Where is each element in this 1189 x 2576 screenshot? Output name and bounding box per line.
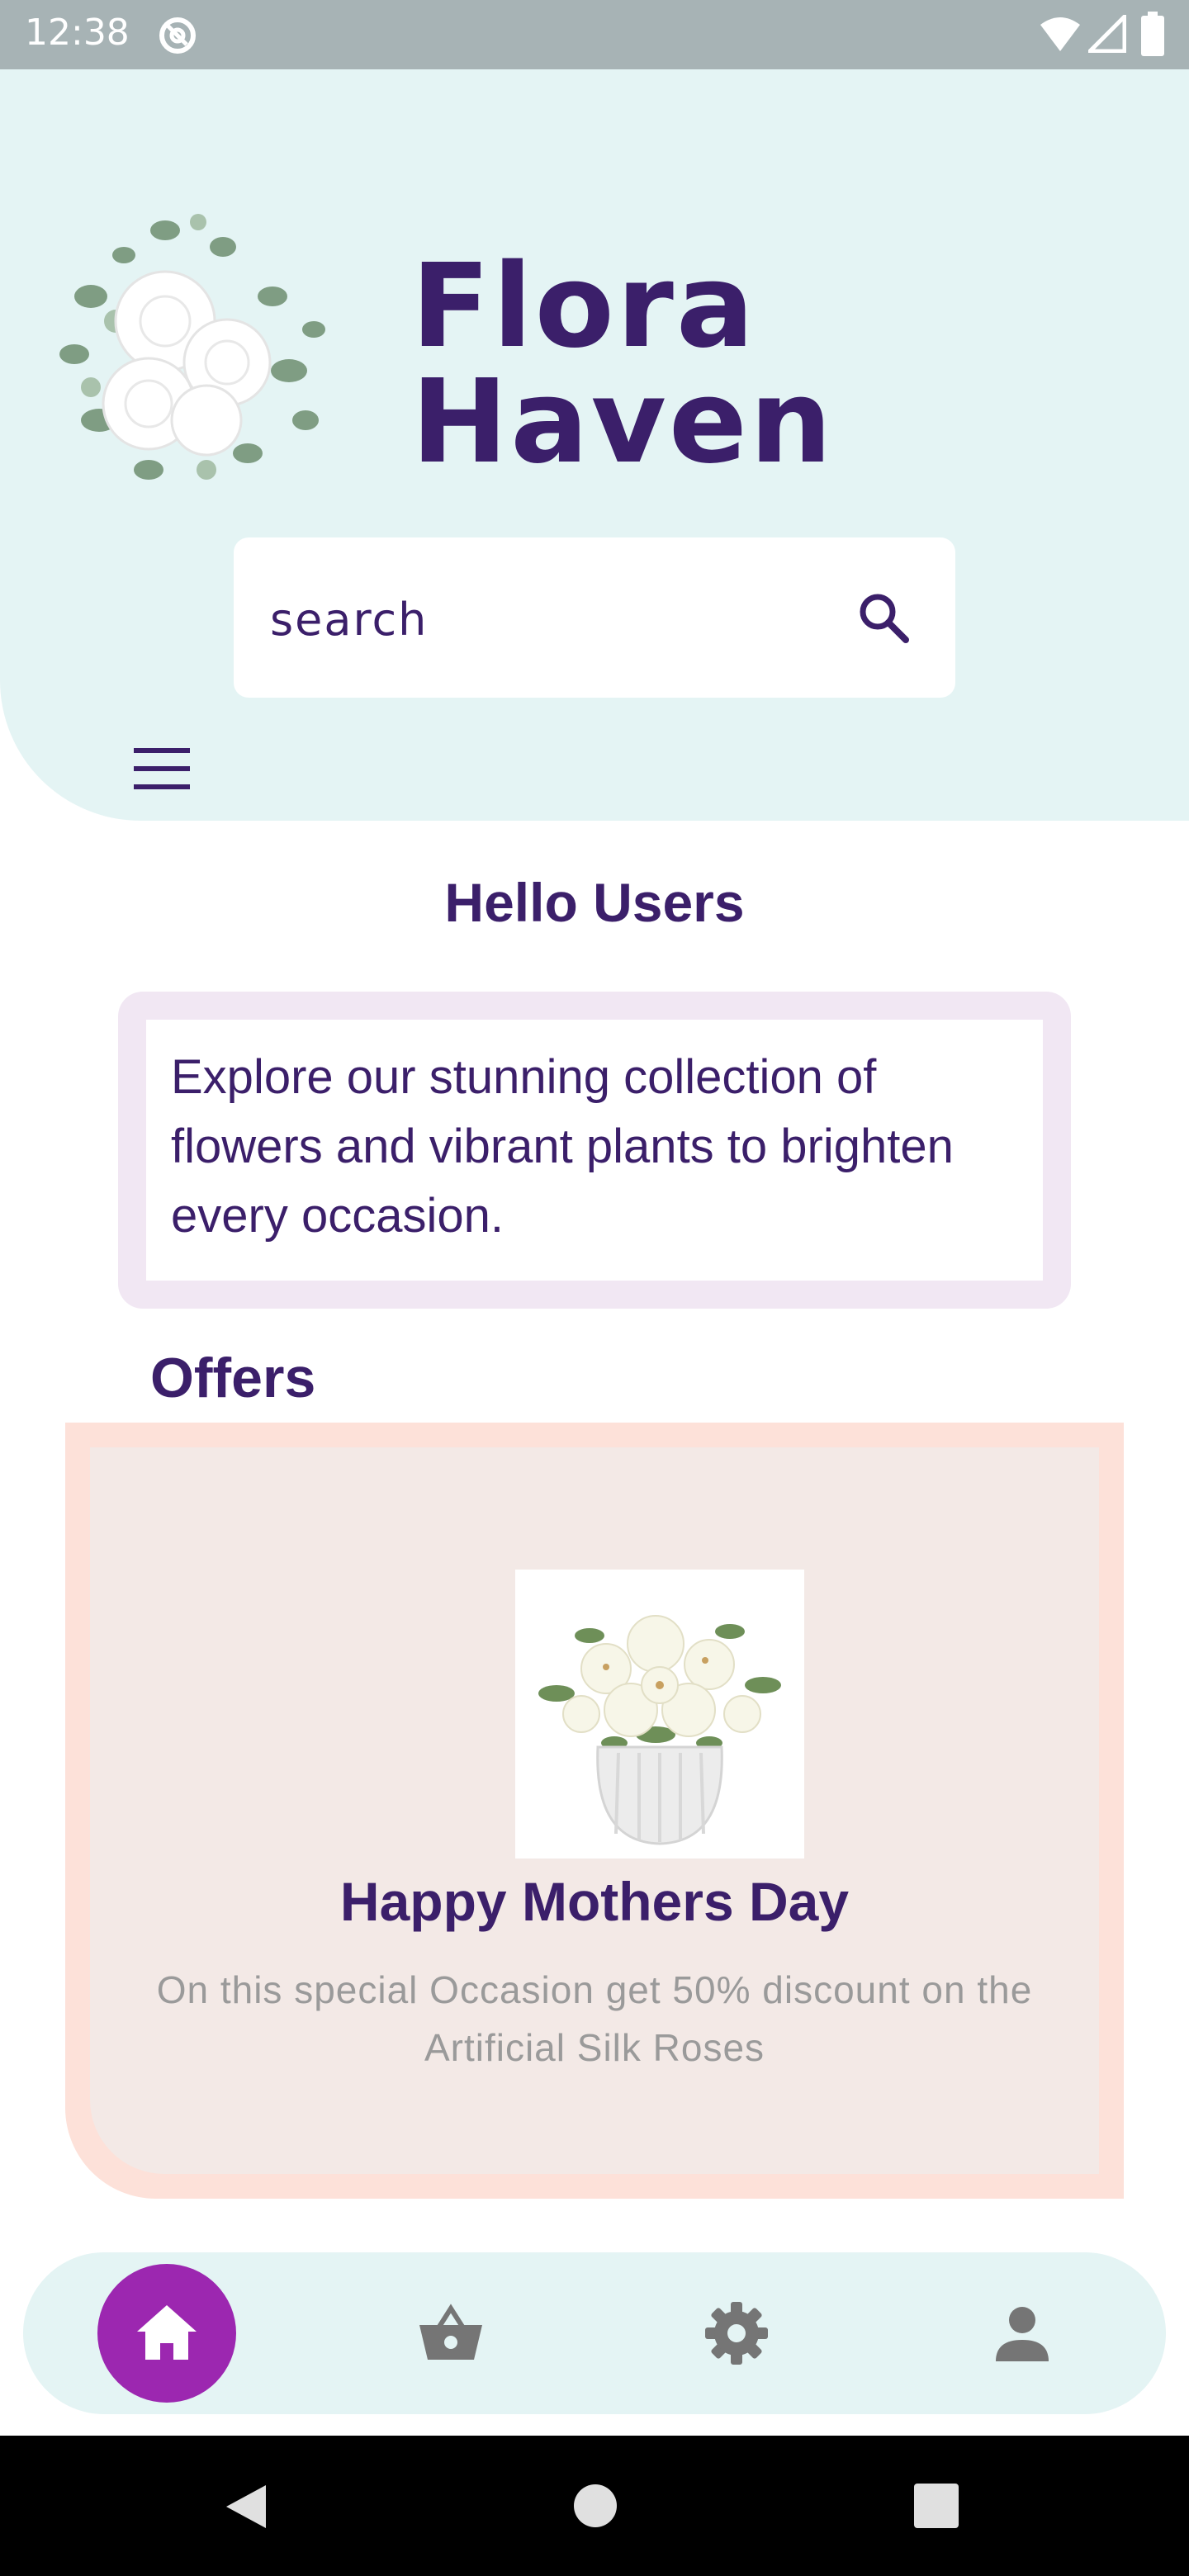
intro-card-inner: Explore our stunning collection of flowe…: [146, 1020, 1043, 1281]
wifi-icon: [1039, 15, 1082, 57]
status-bar: 12:38: [0, 0, 1189, 69]
offer-card[interactable]: Happy Mothers Day On this special Occasi…: [65, 1423, 1124, 2199]
home-icon: [137, 2305, 197, 2360]
sync-icon: [157, 15, 198, 60]
search-box[interactable]: [234, 537, 955, 698]
offers-heading: Offers: [150, 1347, 316, 1409]
app-title: Flora Haven: [411, 239, 835, 490]
greeting-heading: Hello Users: [444, 872, 745, 933]
header: Flora Haven: [0, 69, 1189, 821]
nav-profile-button[interactable]: [953, 2264, 1092, 2403]
bottom-nav: [23, 2252, 1166, 2414]
battery-icon: [1141, 12, 1164, 60]
intro-card: Explore our stunning collection of flowe…: [118, 992, 1071, 1309]
basket-icon: [419, 2304, 482, 2360]
back-icon[interactable]: [223, 2484, 269, 2534]
bouquet-logo: [41, 197, 339, 515]
intro-text: Explore our stunning collection of flowe…: [171, 1050, 954, 1243]
menu-icon[interactable]: [134, 748, 190, 795]
status-time: 12:38: [25, 12, 130, 54]
person-icon: [996, 2307, 1049, 2361]
nav-settings-button[interactable]: [667, 2264, 806, 2403]
system-nav-bar: [0, 2436, 1189, 2576]
home-circle-icon[interactable]: [573, 2484, 618, 2532]
search-icon[interactable]: [855, 589, 914, 652]
offer-card-inner: Happy Mothers Day On this special Occasi…: [90, 1447, 1099, 2174]
nav-home-button[interactable]: [97, 2264, 236, 2403]
recents-icon[interactable]: [914, 2484, 959, 2532]
offer-image: [515, 1570, 804, 1859]
signal-icon: [1084, 11, 1127, 57]
offer-title: Happy Mothers Day: [339, 1871, 850, 1932]
search-input[interactable]: [268, 585, 800, 653]
offer-description: On this special Occasion get 50% discoun…: [156, 1968, 1033, 2069]
nav-basket-button[interactable]: [381, 2264, 520, 2403]
gear-icon: [705, 2302, 768, 2365]
